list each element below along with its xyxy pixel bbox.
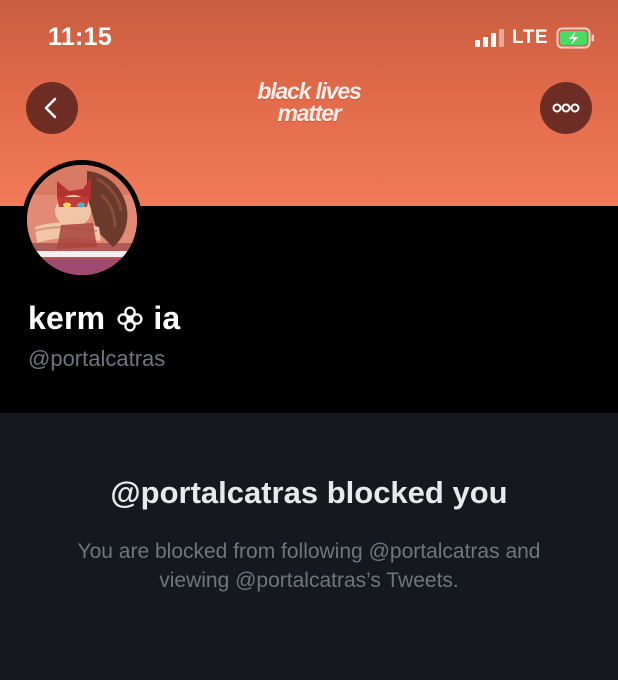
status-time: 11:15 bbox=[48, 23, 113, 51]
profile-handle: @portalcatras bbox=[28, 346, 166, 371]
ellipsis-icon bbox=[552, 103, 580, 113]
network-type: LTE bbox=[512, 27, 548, 48]
avatar-frame[interactable] bbox=[22, 160, 142, 280]
banner-caption-line-1: black lives bbox=[257, 78, 361, 104]
display-name-part-1: kerm bbox=[28, 300, 106, 336]
cellular-signal-icon bbox=[475, 29, 505, 47]
banner-caption: black lives matter bbox=[0, 78, 618, 126]
display-name-part-2: ia bbox=[153, 300, 181, 336]
flower-icon bbox=[117, 305, 143, 332]
profile-display-name: kerm ia bbox=[28, 300, 180, 337]
blocked-message: You are blocked from following @portalca… bbox=[77, 540, 541, 592]
blocked-title: @portalcatras blocked you bbox=[110, 475, 508, 510]
more-options-button[interactable] bbox=[540, 82, 592, 134]
banner-caption-line-2: matter bbox=[277, 100, 341, 126]
status-indicators: LTE bbox=[475, 26, 596, 50]
avatar-image bbox=[27, 165, 137, 275]
battery-charging-icon bbox=[556, 27, 594, 49]
profile-screen: 11:15 LTE black lives matter kerm ia @po… bbox=[0, 0, 618, 680]
avatar[interactable] bbox=[27, 165, 137, 275]
